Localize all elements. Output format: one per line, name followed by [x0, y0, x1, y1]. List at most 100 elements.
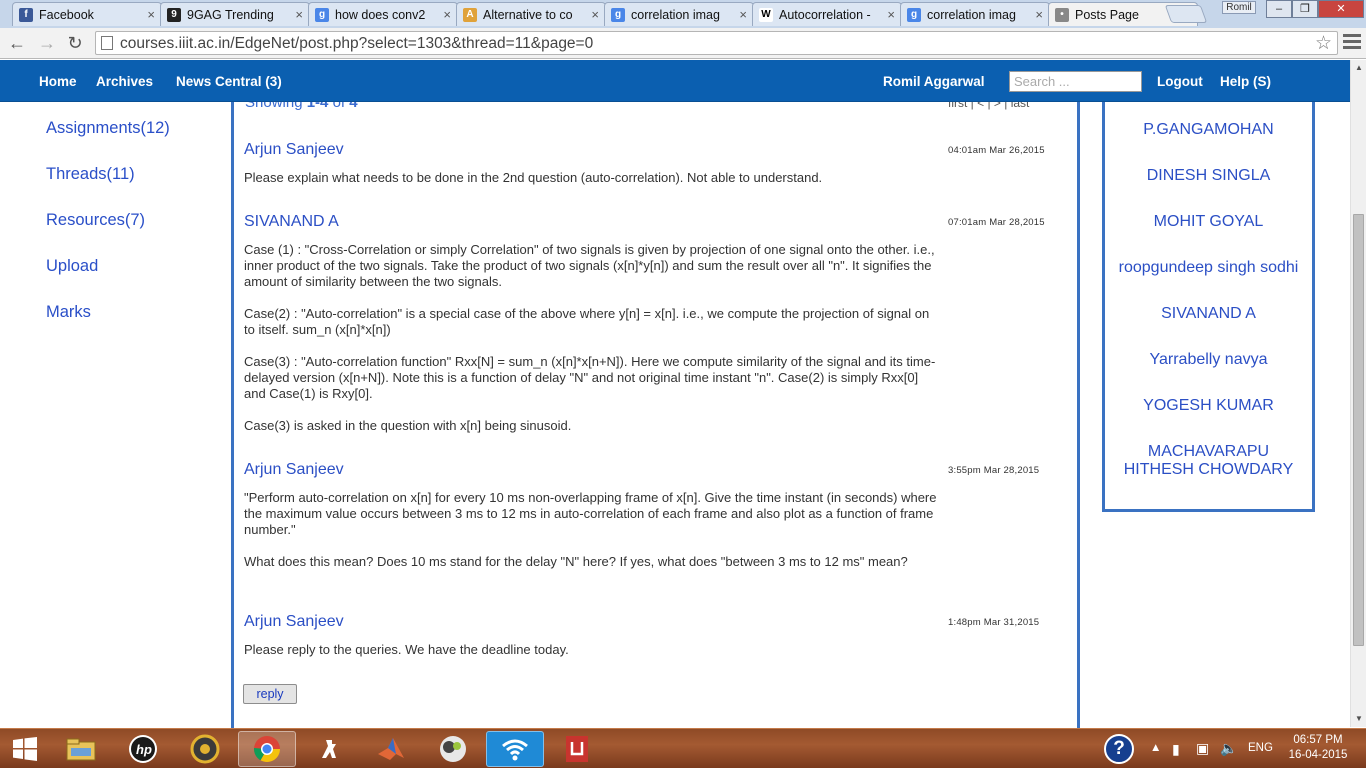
participant-name[interactable]: SIVANAND A: [1105, 305, 1312, 323]
browser-tab[interactable]: A Alternative to co ×: [456, 2, 606, 26]
loading-icon: •: [1055, 7, 1069, 22]
post-body: "Perform auto-correlation on x[n] for ev…: [244, 490, 940, 586]
post-body: Case (1) : "Cross-Correlation or simply …: [244, 242, 940, 450]
site-search-input[interactable]: [1009, 71, 1142, 92]
tab-label: Posts Page: [1075, 7, 1139, 22]
counter-strike-icon[interactable]: [300, 731, 358, 767]
post-author[interactable]: Arjun Sanjeev: [244, 613, 344, 631]
url-text: courses.iiit.ac.in/EdgeNet/post.php?sele…: [120, 35, 594, 52]
close-tab-icon[interactable]: ×: [739, 7, 747, 22]
disc-burner-icon[interactable]: [176, 731, 234, 767]
volume-icon[interactable]: 🔈: [1220, 740, 1237, 757]
close-tab-icon[interactable]: ×: [147, 7, 155, 22]
close-tab-icon[interactable]: ×: [887, 7, 895, 22]
browser-toolbar: ← → ↻ courses.iiit.ac.in/EdgeNet/post.ph…: [0, 28, 1366, 59]
pager-links[interactable]: first | < | > | last: [948, 102, 1029, 110]
menu-assignments-link[interactable]: Assignments(12): [46, 119, 170, 138]
post-paragraph: Case (1) : "Cross-Correlation or simply …: [244, 242, 935, 289]
profile-badge[interactable]: Romil: [1222, 1, 1256, 14]
nav-user-link[interactable]: Romil Aggarwal: [883, 74, 985, 89]
close-window-button[interactable]: ✕: [1318, 0, 1364, 18]
reload-button[interactable]: ↻: [64, 32, 86, 54]
close-tab-icon[interactable]: ×: [1035, 7, 1043, 22]
browser-tab[interactable]: g correlation imag ×: [604, 2, 754, 26]
menu-resources-link[interactable]: Resources(7): [46, 211, 145, 230]
participant-name[interactable]: Yarrabelly navya: [1105, 351, 1312, 369]
google-icon: g: [907, 7, 921, 22]
post-paragraph: Case(2) : "Auto-correlation" is a specia…: [244, 306, 930, 337]
participants-box: P.GANGAMOHAN DINESH SINGLA MOHIT GOYAL r…: [1102, 102, 1315, 512]
participant-name[interactable]: DINESH SINGLA: [1105, 167, 1312, 185]
post-paragraph: Case(3) : "Auto-correlation function" Rx…: [244, 354, 936, 401]
tab-label: Facebook: [39, 7, 94, 22]
browser-tab[interactable]: f Facebook ×: [12, 2, 162, 26]
network-icon[interactable]: ▣: [1196, 740, 1209, 757]
pdf-reader-icon[interactable]: [548, 731, 606, 767]
forward-button[interactable]: →: [36, 32, 58, 54]
post-author[interactable]: Arjun Sanjeev: [244, 461, 344, 479]
nav-home-link[interactable]: Home: [39, 74, 77, 89]
battery-icon[interactable]: ▮: [1172, 741, 1180, 758]
post-paragraph: Case(3) is asked in the question with x[…: [244, 418, 572, 433]
nav-logout-link[interactable]: Logout: [1157, 74, 1203, 89]
back-button[interactable]: ←: [6, 32, 28, 54]
participant-name[interactable]: MOHIT GOYAL: [1105, 213, 1312, 231]
language-indicator[interactable]: ENG: [1248, 742, 1273, 754]
9gag-icon: 9: [167, 7, 181, 22]
tab-label: Alternative to co: [483, 7, 573, 22]
browser-tab[interactable]: 9 9GAG Trending ×: [160, 2, 310, 26]
participant-name[interactable]: roopgundeep singh sodhi: [1105, 259, 1312, 277]
nav-help-link[interactable]: Help (S): [1220, 74, 1271, 89]
post-timestamp: 07:01am Mar 28,2015: [948, 217, 1045, 228]
browser-tab[interactable]: W Autocorrelation - ×: [752, 2, 902, 26]
menu-icon[interactable]: [1343, 34, 1361, 52]
scrollbar-thumb[interactable]: [1353, 214, 1364, 646]
participant-name[interactable]: MACHAVARAPU HITHESH CHOWDARY: [1105, 443, 1312, 479]
post-paragraph: Please explain what needs to be done in …: [244, 170, 823, 185]
start-icon[interactable]: [0, 731, 50, 767]
file-explorer-icon[interactable]: [52, 731, 110, 767]
close-tab-icon[interactable]: ×: [295, 7, 303, 22]
help-icon[interactable]: ?: [1104, 734, 1134, 764]
participant-name[interactable]: YOGESH KUMAR: [1105, 397, 1312, 415]
hp-icon[interactable]: hp: [114, 731, 172, 767]
bookmark-star-icon[interactable]: ☆: [1315, 32, 1332, 55]
tab-label: Autocorrelation -: [779, 7, 871, 22]
system-clock[interactable]: 06:57 PM 16-04-2015: [1282, 733, 1354, 763]
tab-label: 9GAG Trending: [187, 7, 274, 22]
minimize-button[interactable]: –: [1266, 0, 1292, 18]
post-author[interactable]: Arjun Sanjeev: [244, 141, 344, 159]
posts-panel: Showing 1-4 of 4 first | < | > | last Ar…: [231, 102, 1080, 728]
tab-label: correlation imag: [631, 7, 720, 22]
facebook-icon: f: [19, 7, 33, 22]
reply-button[interactable]: reply: [243, 684, 297, 704]
nav-news-link[interactable]: News Central (3): [176, 74, 282, 89]
address-bar[interactable]: courses.iiit.ac.in/EdgeNet/post.php?sele…: [95, 31, 1338, 55]
close-tab-icon[interactable]: ×: [443, 7, 451, 22]
post-timestamp: 04:01am Mar 26,2015: [948, 145, 1045, 156]
post-body: Please reply to the queries. We have the…: [244, 642, 940, 674]
menu-threads-link[interactable]: Threads(11): [46, 165, 135, 184]
showing-range: 1-4: [306, 102, 329, 111]
browser-tab[interactable]: g correlation imag ×: [900, 2, 1050, 26]
close-tab-icon[interactable]: ×: [591, 7, 599, 22]
menu-marks-link[interactable]: Marks: [46, 303, 91, 322]
menu-upload-link[interactable]: Upload: [46, 257, 98, 276]
site-nav-bar: Home Archives News Central (3) Romil Agg…: [0, 60, 1350, 102]
new-tab-button[interactable]: [1164, 5, 1208, 23]
restore-button[interactable]: ❐: [1292, 0, 1318, 18]
chat-app-icon[interactable]: [424, 731, 482, 767]
matlab-icon[interactable]: [362, 731, 420, 767]
scroll-down-arrow-icon[interactable]: ▼: [1351, 711, 1366, 727]
browser-tab[interactable]: g how does conv2 ×: [308, 2, 458, 26]
page-scrollbar[interactable]: ▲ ▼: [1350, 60, 1366, 727]
post-author[interactable]: SIVANAND A: [244, 213, 339, 231]
participant-name[interactable]: P.GANGAMOHAN: [1105, 121, 1312, 139]
scroll-up-arrow-icon[interactable]: ▲: [1351, 60, 1366, 76]
windows-taskbar: hp ? ▲ ▮ ▣ 🔈 ENG: [0, 728, 1366, 768]
chrome-icon[interactable]: [238, 731, 296, 767]
wifi-app-icon[interactable]: [486, 731, 544, 767]
tray-expand-icon[interactable]: ▲: [1150, 742, 1161, 754]
svg-text:hp: hp: [136, 742, 152, 757]
nav-archives-link[interactable]: Archives: [96, 74, 153, 89]
